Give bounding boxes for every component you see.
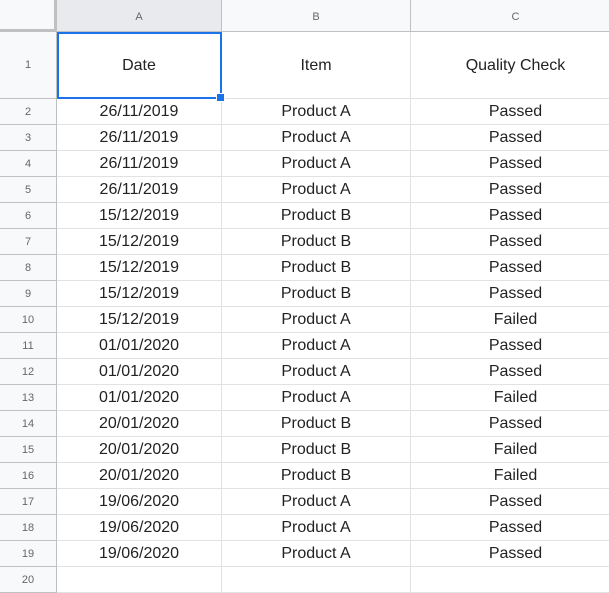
fill-handle[interactable] <box>216 93 225 102</box>
table-cell[interactable]: Product B <box>222 463 411 489</box>
table-cell[interactable]: 26/11/2019 <box>57 151 222 177</box>
table-cell[interactable]: Passed <box>411 203 609 229</box>
column-header-a[interactable]: A <box>57 0 222 32</box>
table-cell[interactable]: Product A <box>222 489 411 515</box>
row-header[interactable]: 17 <box>0 489 57 515</box>
table-cell[interactable]: Passed <box>411 125 609 151</box>
table-cell[interactable]: 01/01/2020 <box>57 333 222 359</box>
table-cell[interactable]: Passed <box>411 177 609 203</box>
table-cell[interactable]: Failed <box>411 463 609 489</box>
row-header[interactable]: 14 <box>0 411 57 437</box>
table-cell[interactable]: 20/01/2020 <box>57 411 222 437</box>
row-header[interactable]: 2 <box>0 99 57 125</box>
table-cell[interactable]: Product A <box>222 359 411 385</box>
table-cell[interactable]: 19/06/2020 <box>57 489 222 515</box>
table-cell[interactable]: Product B <box>222 437 411 463</box>
table-cell[interactable]: 20/01/2020 <box>57 437 222 463</box>
table-cell[interactable]: Product A <box>222 125 411 151</box>
table-cell[interactable]: Product B <box>222 255 411 281</box>
table-cell[interactable]: 26/11/2019 <box>57 125 222 151</box>
table-cell[interactable]: Product A <box>222 541 411 567</box>
table-cell[interactable]: Failed <box>411 307 609 333</box>
table-cell[interactable]: Passed <box>411 281 609 307</box>
table-cell[interactable]: Passed <box>411 359 609 385</box>
row-header[interactable]: 20 <box>0 567 57 593</box>
table-cell[interactable]: Passed <box>411 333 609 359</box>
column-header-c[interactable]: C <box>411 0 609 32</box>
row-header[interactable]: 12 <box>0 359 57 385</box>
table-cell[interactable]: 26/11/2019 <box>57 99 222 125</box>
row-header[interactable]: 19 <box>0 541 57 567</box>
table-cell[interactable]: Passed <box>411 99 609 125</box>
table-cell[interactable]: Passed <box>411 255 609 281</box>
row-header-1[interactable]: 1 <box>0 32 57 99</box>
row-header[interactable]: 8 <box>0 255 57 281</box>
table-cell[interactable]: 20/01/2020 <box>57 463 222 489</box>
table-cell[interactable]: 26/11/2019 <box>57 177 222 203</box>
row-header[interactable]: 11 <box>0 333 57 359</box>
row-header[interactable]: 10 <box>0 307 57 333</box>
table-cell[interactable]: Failed <box>411 385 609 411</box>
table-cell[interactable]: Product B <box>222 229 411 255</box>
table-cell[interactable]: Product B <box>222 203 411 229</box>
table-cell[interactable]: 19/06/2020 <box>57 541 222 567</box>
row-header[interactable]: 16 <box>0 463 57 489</box>
row-header[interactable]: 15 <box>0 437 57 463</box>
table-cell[interactable]: 15/12/2019 <box>57 203 222 229</box>
table-cell[interactable]: Product A <box>222 99 411 125</box>
table-cell[interactable]: Passed <box>411 541 609 567</box>
table-cell[interactable]: Product A <box>222 333 411 359</box>
row-header[interactable]: 18 <box>0 515 57 541</box>
header-cell-a[interactable]: Date <box>57 32 222 99</box>
row-header[interactable]: 9 <box>0 281 57 307</box>
table-cell[interactable]: Product A <box>222 515 411 541</box>
table-cell[interactable]: Product B <box>222 281 411 307</box>
table-cell[interactable]: Product A <box>222 177 411 203</box>
table-cell[interactable]: Passed <box>411 489 609 515</box>
select-all-corner[interactable] <box>0 0 58 33</box>
table-cell[interactable]: 15/12/2019 <box>57 255 222 281</box>
column-header-b[interactable]: B <box>222 0 411 32</box>
header-cell-c[interactable]: Quality Check <box>411 32 609 99</box>
table-cell[interactable] <box>222 567 411 593</box>
row-header[interactable]: 5 <box>0 177 57 203</box>
row-header[interactable]: 7 <box>0 229 57 255</box>
row-header[interactable]: 13 <box>0 385 57 411</box>
table-cell[interactable]: Failed <box>411 437 609 463</box>
table-cell[interactable]: Product A <box>222 307 411 333</box>
table-cell[interactable]: 15/12/2019 <box>57 229 222 255</box>
table-cell[interactable]: 01/01/2020 <box>57 359 222 385</box>
row-header[interactable]: 6 <box>0 203 57 229</box>
row-header[interactable]: 3 <box>0 125 57 151</box>
row-header[interactable]: 4 <box>0 151 57 177</box>
table-cell[interactable]: Passed <box>411 151 609 177</box>
table-cell[interactable]: Passed <box>411 515 609 541</box>
table-cell[interactable]: 15/12/2019 <box>57 307 222 333</box>
table-cell[interactable]: 15/12/2019 <box>57 281 222 307</box>
table-cell[interactable]: Passed <box>411 411 609 437</box>
header-cell-b[interactable]: Item <box>222 32 411 99</box>
table-cell[interactable]: 19/06/2020 <box>57 515 222 541</box>
table-cell[interactable]: Product B <box>222 411 411 437</box>
table-cell[interactable] <box>57 567 222 593</box>
table-cell[interactable]: Passed <box>411 229 609 255</box>
table-cell[interactable] <box>411 567 609 593</box>
table-cell[interactable]: Product A <box>222 385 411 411</box>
table-cell[interactable]: Product A <box>222 151 411 177</box>
table-cell[interactable]: 01/01/2020 <box>57 385 222 411</box>
